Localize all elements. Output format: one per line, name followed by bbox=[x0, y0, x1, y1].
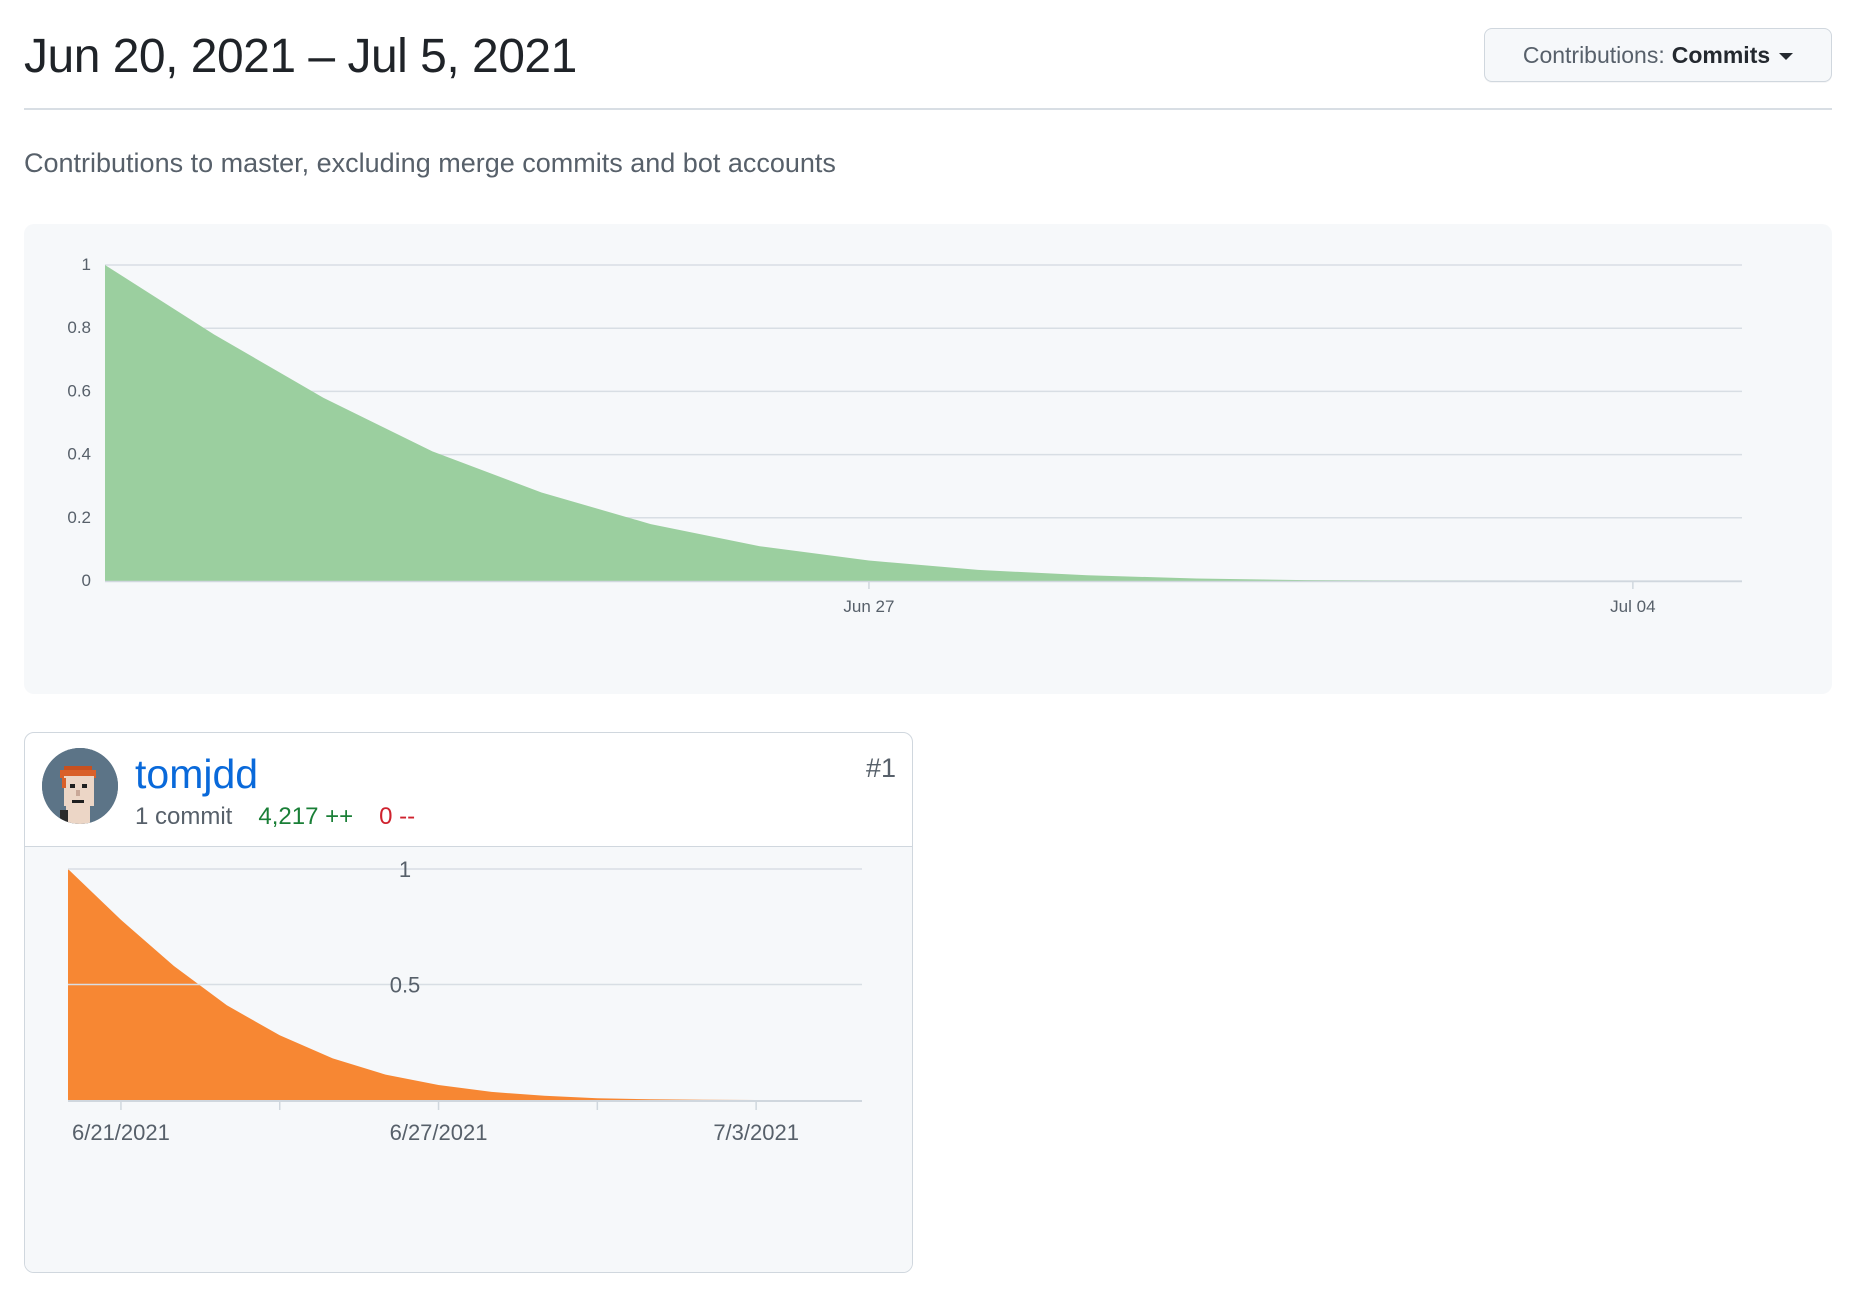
main-series-area bbox=[105, 265, 1742, 581]
chart-description: Contributions to master, excluding merge… bbox=[24, 148, 836, 178]
commit-count[interactable]: 1 commit bbox=[135, 803, 232, 830]
main-y-tick-label: 1 bbox=[82, 255, 91, 274]
main-y-tick-label: 0.6 bbox=[67, 381, 91, 400]
contributor-x-tick-label: 6/27/2021 bbox=[390, 1120, 488, 1145]
contributor-y-tick-label: 1 bbox=[399, 857, 411, 882]
pixel-avatar-icon[interactable] bbox=[42, 748, 118, 824]
main-y-tick-label: 0.2 bbox=[67, 508, 91, 527]
deletions-count: 0 -- bbox=[379, 803, 416, 830]
caret-down-icon bbox=[1779, 52, 1794, 60]
main-y-tick-label: 0 bbox=[82, 571, 91, 590]
additions-count: 4,217 ++ bbox=[258, 803, 354, 830]
dropdown-selected-value: Commits bbox=[1671, 41, 1771, 68]
contributions-type-dropdown[interactable]: Contributions: Commits bbox=[1484, 28, 1832, 82]
contributor-rank: #1 bbox=[865, 753, 896, 783]
dropdown-prefix: Contributions: bbox=[1522, 41, 1665, 68]
contributor-y-tick-label: 0.5 bbox=[390, 973, 421, 998]
main-contributions-chart: 0 0.2 0.4 0.6 0.8 1 Jun 27 Jul 04 bbox=[24, 224, 1832, 694]
contributor-stats: 1 commit 4,217 ++ 0 -- bbox=[135, 803, 415, 831]
contributor-x-tick-label: 7/3/2021 bbox=[713, 1120, 799, 1145]
page-title: Jun 20, 2021 – Jul 5, 2021 bbox=[24, 30, 577, 83]
contributor-card: tomjdd 1 commit 4,217 ++ 0 -- #1 0.5 1 6/21/… bbox=[24, 732, 913, 1273]
main-y-tick-label: 0.4 bbox=[67, 445, 91, 464]
header-divider bbox=[24, 108, 1832, 110]
contributor-username-link[interactable]: tomjdd bbox=[135, 751, 258, 798]
contributor-card-header: tomjdd 1 commit 4,217 ++ 0 -- #1 bbox=[25, 733, 912, 847]
contributor-chart-svg: 0.5 1 6/21/2021 6/27/2021 7/3/2021 bbox=[68, 857, 862, 1145]
main-chart-svg: 0 0.2 0.4 0.6 0.8 1 Jun 27 Jul 04 bbox=[67, 255, 1742, 616]
main-x-tick-label: Jun 27 bbox=[843, 597, 894, 616]
main-y-tick-label: 0.8 bbox=[67, 318, 91, 337]
contributor-x-tick-label: 6/21/2021 bbox=[72, 1120, 170, 1145]
contributor-chart: 0.5 1 6/21/2021 6/27/2021 7/3/2021 bbox=[25, 847, 912, 1272]
main-x-tick-label: Jul 04 bbox=[1610, 597, 1655, 616]
